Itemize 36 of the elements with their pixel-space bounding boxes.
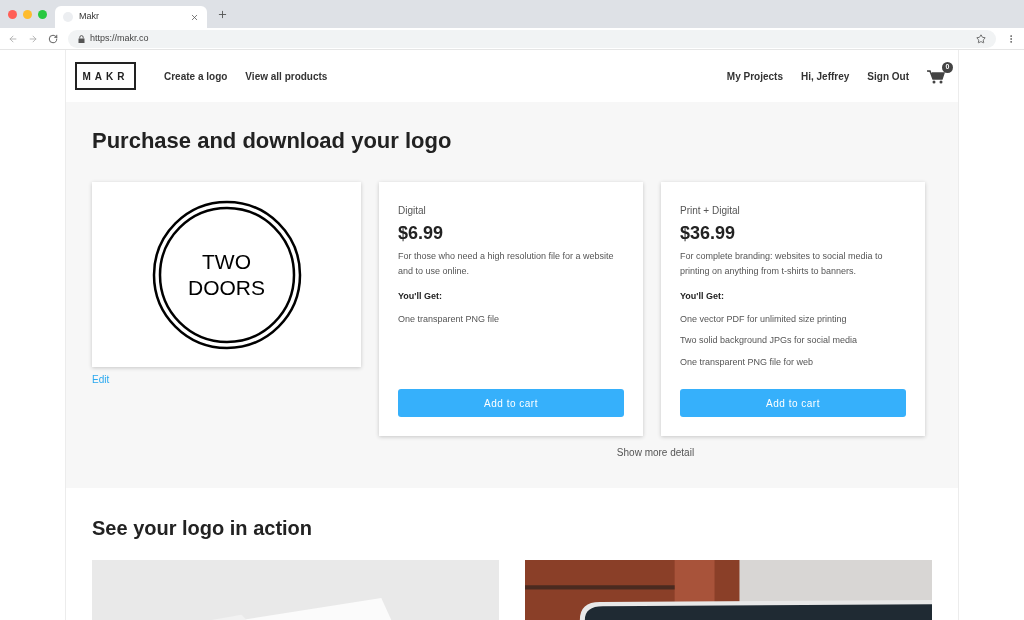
plan-price: $6.99 [398,222,445,245]
new-tab-icon[interactable] [217,8,228,20]
nav-link[interactable]: Create a logo [164,68,228,84]
features-heading: You'll Get: [680,290,725,303]
address-bar[interactable]: https://makr.co [68,29,996,48]
cart-icon [927,70,945,84]
nav-link[interactable]: Sign Out [867,68,909,84]
logo-text: TWO [202,248,251,275]
plan-price: $36.99 [680,222,737,245]
plan-description: For complete branding: websites to social media to printing on anything from t-shirts to banners. [680,250,884,278]
nav-link[interactable]: Hi, Jeffrey [800,68,850,84]
feature-item: Two solid background JPGs for social media [680,334,859,347]
forward-icon[interactable] [28,33,38,44]
logo-text: DOORS [188,274,265,301]
makr-logo[interactable]: MAKR [75,62,136,90]
nav-link[interactable]: View all products [245,68,328,84]
feature-item: One transparent PNG file [398,312,501,326]
feature-item: One transparent PNG file for web [680,355,815,369]
section-title: See your logo in action [92,518,314,538]
features-heading: You'll Get: [398,290,443,303]
close-tab-icon[interactable] [190,12,199,22]
lock-icon [78,34,85,43]
browser-tab[interactable]: Makr [55,6,207,28]
close-window-icon[interactable] [8,9,17,19]
plan-name: Digital [398,204,427,218]
reload-icon[interactable] [48,33,58,44]
tab-title: Makr [79,10,100,24]
back-icon[interactable] [8,33,18,44]
plan-description: For those who need a high resolution file for a website and to use online. [398,250,615,278]
feature-item: One vector PDF for unlimited size printing [680,312,848,326]
plan-name: Print + Digital [680,204,741,218]
bookmark-star-icon[interactable] [976,33,986,44]
section-title: Purchase and download your logo [92,130,453,152]
show-more-link[interactable]: Show more detail [616,445,695,460]
url-text: https://makr.co [90,31,150,45]
nav-link[interactable]: My Projects [726,68,783,84]
